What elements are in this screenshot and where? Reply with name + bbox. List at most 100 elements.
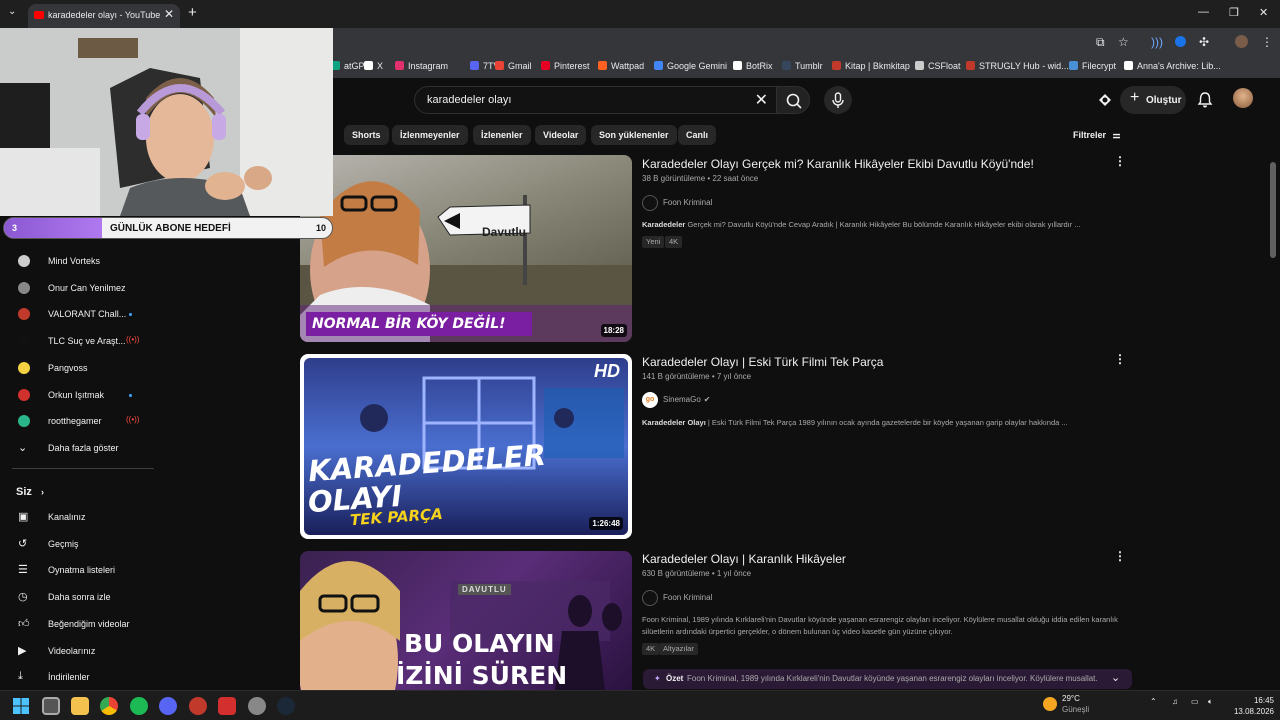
subscription-item[interactable]: Pangvoss	[0, 356, 150, 382]
chip-3[interactable]: Videolar	[535, 125, 587, 145]
bookmark-item[interactable]: STRUGLY Hub - wid...	[966, 61, 1069, 71]
obs-icon[interactable]	[248, 697, 266, 715]
more-menu-icon[interactable]: ⋮	[1261, 35, 1273, 49]
user-avatar[interactable]	[1233, 88, 1253, 108]
page-scrollbar[interactable]	[1270, 162, 1276, 258]
cast-icon[interactable]	[1096, 91, 1114, 109]
spotify-icon[interactable]	[130, 697, 148, 715]
chevron-down-icon[interactable]: ⌄	[1111, 671, 1120, 684]
subscription-item[interactable]: Mind Vorteks	[0, 249, 150, 275]
chip-2[interactable]: İzlenenler	[473, 125, 531, 145]
create-button[interactable]: + Oluştur	[1120, 86, 1186, 114]
weather-sun-icon[interactable]	[1043, 697, 1057, 711]
you-item[interactable]: 👍︎ Beğendiğim videolar	[0, 612, 150, 638]
subscription-item[interactable]: Orkun Işıtmak	[0, 383, 150, 409]
video-thumbnail[interactable]: DAVUTLU BU OLAYIN İZİNİ SÜREN	[300, 551, 632, 690]
valorant-icon[interactable]	[218, 697, 236, 715]
volume-icon[interactable]: 🔈︎	[1208, 697, 1213, 707]
steam-icon[interactable]	[277, 697, 295, 715]
subscription-item[interactable]: VALORANT Chall...	[0, 302, 150, 328]
windows-start-icon[interactable]	[13, 698, 29, 714]
bookmark-item[interactable]: Filecrypt	[1069, 61, 1116, 71]
file-explorer-icon[interactable]	[71, 697, 89, 715]
bookmark-item[interactable]: Wattpad	[598, 61, 644, 71]
you-item[interactable]: ⤓ İndirilenler	[0, 665, 150, 691]
bookmark-item[interactable]: BotRix	[733, 61, 773, 71]
tab-search-icon[interactable]: ⌄	[8, 6, 16, 17]
chip-5[interactable]: Canlı	[678, 125, 717, 145]
subscriber-goal-bar: 3 GÜNLÜK ABONE HEDEFİ 10	[3, 217, 333, 239]
more-actions-icon[interactable]: ⋮	[1114, 154, 1126, 168]
video-channel[interactable]: go SinemaGo ✔	[642, 392, 711, 408]
extensions-puzzle-icon[interactable]: ✣	[1199, 35, 1209, 49]
desc-text: Foon Kriminal, 1989 yılında Kırklareli'n…	[642, 615, 1118, 636]
bookmark-item[interactable]: Tumblr	[782, 61, 823, 71]
you-item[interactable]: ☰ Oynatma listeleri	[0, 558, 150, 584]
subscription-item[interactable]: TLC Suç ve Araşt... ((•))	[0, 329, 150, 355]
video-title[interactable]: Karadedeler Olayı | Karanlık Hikâyeler	[642, 552, 846, 566]
minimize-icon[interactable]: —	[1198, 6, 1209, 18]
more-actions-icon[interactable]: ⋮	[1114, 549, 1126, 563]
tray-chevron-icon[interactable]: ⌃	[1150, 697, 1157, 706]
video-title[interactable]: Karadedeler Olayı Gerçek mi? Karanlık Hi…	[642, 157, 1034, 171]
install-app-icon[interactable]: ⧉	[1096, 35, 1105, 50]
more-actions-icon[interactable]: ⋮	[1114, 352, 1126, 366]
you-item[interactable]: ▣ Kanalınız	[0, 505, 150, 531]
bookmark-item[interactable]: X	[364, 61, 383, 71]
summary-label: Özet	[666, 674, 684, 683]
video-thumbnail[interactable]: Davutlu NORMAL BİR KÖY DEĞİL! 18:28	[300, 155, 632, 342]
chip-4[interactable]: Son yüklenenler	[591, 125, 677, 145]
you-item[interactable]: ▶ Videolarınız	[0, 639, 150, 665]
bookmark-item[interactable]: Instagram	[395, 61, 448, 71]
bookmark-item[interactable]: Kitap | Bkmkitap	[832, 61, 910, 71]
search-input[interactable]: karadedeler olayı	[427, 94, 511, 106]
extension-icon[interactable]	[1175, 36, 1186, 47]
badge-new: Yeni	[642, 236, 665, 248]
clock-date: 13.08.2026	[1233, 707, 1274, 716]
task-view-icon[interactable]	[42, 697, 60, 715]
tab-youtube[interactable]: karadedeler olayı - YouTube ✕	[28, 4, 180, 28]
sidebar-divider	[12, 468, 154, 469]
video-channel[interactable]: Foon Kriminal	[642, 590, 712, 606]
bookmark-item[interactable]: Gmail	[495, 61, 532, 71]
video-thumbnail[interactable]: HD KARADEDELER OLAYI TEK PARÇA 1:26:48	[300, 354, 632, 539]
chip-0[interactable]: Shorts	[344, 125, 389, 145]
bookmark-item[interactable]: Anna's Archive: Lib...	[1124, 61, 1221, 71]
video-channel[interactable]: Foon Kriminal	[642, 195, 712, 211]
channel-avatar	[642, 590, 658, 606]
app-icon[interactable]	[189, 697, 207, 715]
you-item[interactable]: ↺ Geçmiş	[0, 532, 150, 558]
ai-summary-bar[interactable]: ✦ Özet Foon Kriminal, 1989 yılında Kırkl…	[643, 669, 1132, 689]
bookmark-item[interactable]: CSFloat	[915, 61, 961, 71]
subscription-item[interactable]: Onur Can Yenilmez	[0, 276, 150, 302]
network-icon[interactable]: ▭	[1191, 697, 1199, 706]
show-more-button[interactable]: ⌄ Daha fazla göster	[0, 436, 150, 462]
weather-desc[interactable]: Güneşli	[1062, 705, 1089, 714]
filters-button[interactable]: Filtreler ⚌	[1073, 130, 1121, 141]
search-box[interactable]: karadedeler olayı ✕	[414, 86, 776, 114]
bookmark-item[interactable]: Pinterest	[541, 61, 590, 71]
restore-icon[interactable]: ❐	[1229, 6, 1239, 19]
voice-search-button[interactable]	[824, 86, 852, 114]
microphone-tray-icon[interactable]: ♫	[1172, 697, 1178, 706]
video-title[interactable]: Karadedeler Olayı | Eski Türk Filmi Tek …	[642, 355, 883, 369]
bookmark-item[interactable]: Google Gemini	[654, 61, 727, 71]
you-section-header[interactable]: Siz ›	[16, 486, 44, 498]
system-clock[interactable]: 16:45 13.08.2026	[1226, 695, 1274, 717]
you-item[interactable]: ◷ Daha sonra izle	[0, 585, 150, 611]
subscription-item[interactable]: rootthegamer ((•))	[0, 409, 150, 435]
new-tab-button[interactable]: +	[188, 4, 197, 21]
discord-icon[interactable]	[159, 697, 177, 715]
bookmark-star-icon[interactable]: ☆	[1118, 35, 1129, 49]
notifications-bell-icon[interactable]	[1196, 91, 1214, 109]
read-aloud-icon[interactable]: )))	[1151, 35, 1163, 49]
bookmark-favicon-icon	[654, 61, 663, 70]
chip-1[interactable]: İzlenmeyenler	[392, 125, 468, 145]
weather-temp[interactable]: 29°C	[1062, 694, 1080, 703]
search-button[interactable]	[776, 86, 810, 114]
close-window-icon[interactable]: ✕	[1259, 6, 1268, 19]
close-tab-icon[interactable]: ✕	[164, 7, 174, 21]
profile-avatar[interactable]	[1235, 35, 1248, 48]
chrome-icon[interactable]	[100, 697, 118, 715]
clear-search-icon[interactable]: ✕	[755, 90, 768, 110]
